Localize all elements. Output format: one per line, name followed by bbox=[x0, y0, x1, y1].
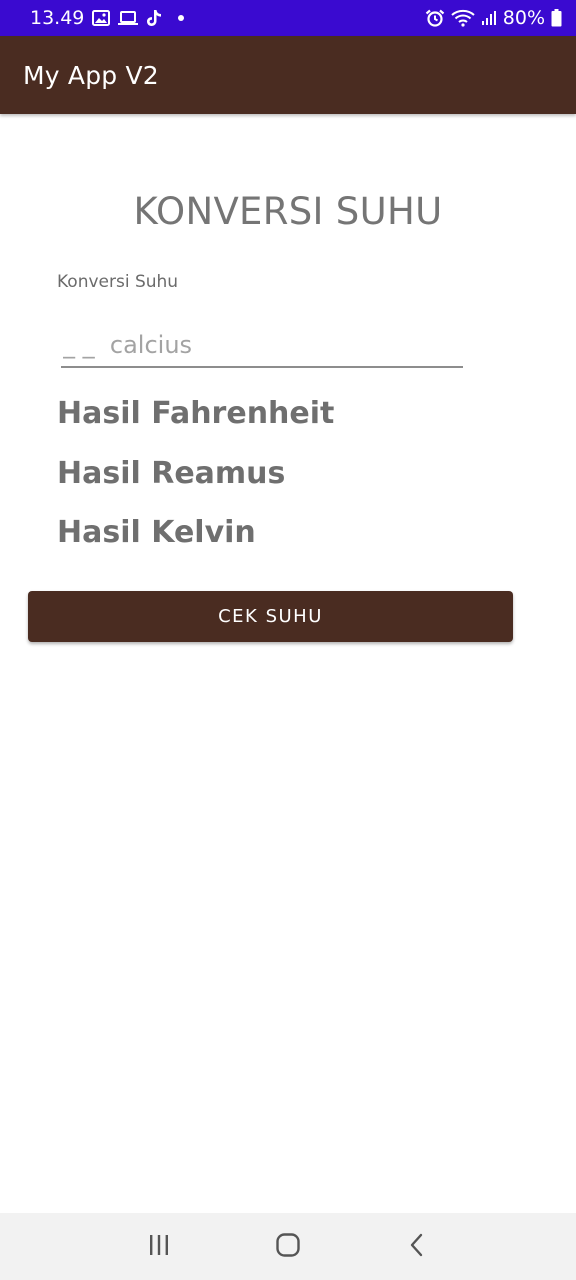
battery-percent: 80% bbox=[502, 7, 545, 29]
screen: 13.49 80% My App V2 KONVERSI SUHU Konver… bbox=[0, 0, 576, 1280]
cek-suhu-button[interactable]: CEK SUHU bbox=[28, 591, 513, 642]
status-right: 80% bbox=[425, 7, 562, 29]
tiktok-icon bbox=[146, 9, 162, 27]
wifi-icon bbox=[451, 9, 475, 27]
celsius-input-wrapper bbox=[61, 326, 463, 368]
home-icon bbox=[275, 1232, 301, 1262]
result-fahrenheit: Hasil Fahrenheit bbox=[57, 396, 335, 431]
navigation-bar bbox=[0, 1213, 576, 1280]
status-time: 13.49 bbox=[30, 7, 85, 29]
input-label: Konversi Suhu bbox=[57, 272, 179, 292]
recent-apps-icon bbox=[147, 1234, 171, 1260]
laptop-icon bbox=[118, 10, 139, 26]
result-reamus: Hasil Reamus bbox=[57, 456, 286, 491]
app-title: My App V2 bbox=[23, 60, 159, 90]
gallery-icon bbox=[92, 10, 111, 26]
page-heading: KONVERSI SUHU bbox=[133, 190, 443, 233]
celsius-input[interactable] bbox=[61, 326, 463, 364]
result-kelvin: Hasil Kelvin bbox=[57, 515, 256, 550]
app-bar: My App V2 bbox=[0, 36, 576, 114]
notification-dot-icon bbox=[178, 15, 185, 21]
status-left: 13.49 bbox=[30, 7, 185, 29]
back-button[interactable] bbox=[387, 1222, 447, 1272]
signal-icon bbox=[481, 10, 497, 26]
recent-apps-button[interactable] bbox=[129, 1222, 189, 1272]
alarm-icon bbox=[425, 9, 445, 27]
battery-icon bbox=[551, 9, 562, 27]
status-bar: 13.49 80% bbox=[0, 0, 576, 36]
back-icon bbox=[408, 1233, 426, 1261]
home-button[interactable] bbox=[258, 1222, 318, 1272]
